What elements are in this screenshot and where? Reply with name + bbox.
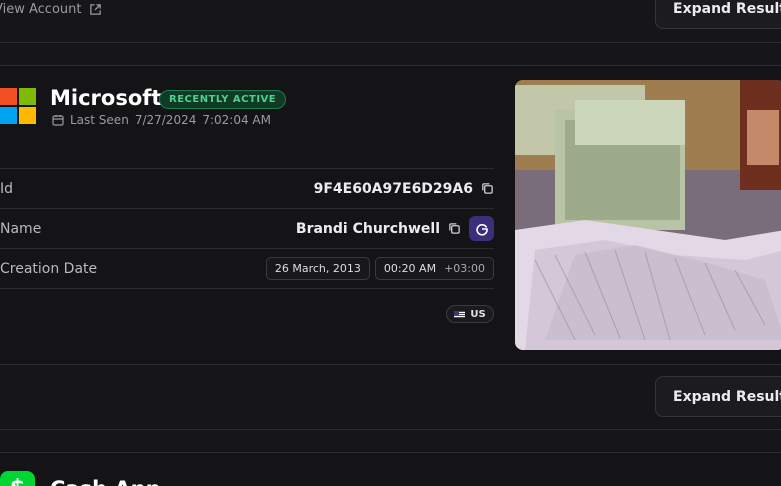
expand-result-button[interactable]: Expand Result — [655, 0, 781, 29]
creation-time-chip: 00:20 AM +03:00 — [374, 257, 494, 280]
cash-app-logo: $ — [0, 471, 35, 486]
result-title: Cash App — [50, 477, 161, 486]
last-seen: Last Seen 7/27/2024 7:02:04 AM — [52, 113, 271, 127]
creation-date-chip: 26 March, 2013 — [265, 257, 370, 280]
view-account-link[interactable]: View Account — [0, 2, 102, 17]
expand-result-label: Expand Result — [673, 0, 781, 17]
row-id: Id 9F4E60A97E6D29A6 — [0, 168, 494, 208]
photo-cash-stacks — [515, 80, 781, 350]
result-card-cash-app: $ Cash App — [0, 452, 781, 486]
status-badge: RECENTLY ACTIVE — [159, 90, 287, 109]
row-name-label: Name — [0, 220, 42, 237]
row-id-label: Id — [0, 180, 14, 197]
us-flag-icon — [454, 310, 466, 318]
google-icon — [475, 223, 488, 236]
external-link-icon — [90, 4, 102, 15]
row-creation-date: Creation Date 26 March, 2013 00:20 AM +0… — [0, 248, 494, 288]
creation-time-value: 00:20 AM — [383, 262, 437, 275]
previous-result-footer: View Account Expand Result — [0, 0, 781, 43]
row-id-value: 9F4E60A97E6D29A6 — [313, 180, 473, 197]
view-account-label: View Account — [0, 2, 82, 17]
expand-result-button[interactable]: Expand Result — [655, 376, 781, 417]
creation-date-value: 26 March, 2013 — [274, 262, 361, 275]
row-name-value: Brandi Churchwell — [295, 220, 440, 237]
expand-result-label: Expand Result — [673, 388, 781, 405]
microsoft-logo — [0, 88, 36, 124]
calendar-icon — [52, 115, 64, 126]
row-name: Name Brandi Churchwell — [0, 208, 494, 248]
copy-icon[interactable] — [448, 222, 461, 235]
country-code: US — [470, 308, 486, 320]
result-card-microsoft: Microsoft RECENTLY ACTIVE Last Seen 7/27… — [0, 65, 781, 365]
google-search-button[interactable] — [469, 216, 494, 241]
country-badge: US — [446, 305, 494, 323]
row-creation-label: Creation Date — [0, 260, 98, 277]
result-title: Microsoft — [50, 86, 162, 110]
creation-timezone: +03:00 — [444, 262, 485, 275]
last-seen-date: 7/27/2024 — [134, 113, 197, 127]
last-seen-time: 7:02:04 AM — [202, 113, 271, 127]
profile-photo[interactable] — [515, 80, 781, 350]
last-seen-label: Last Seen — [70, 113, 129, 127]
copy-icon[interactable] — [481, 182, 494, 195]
